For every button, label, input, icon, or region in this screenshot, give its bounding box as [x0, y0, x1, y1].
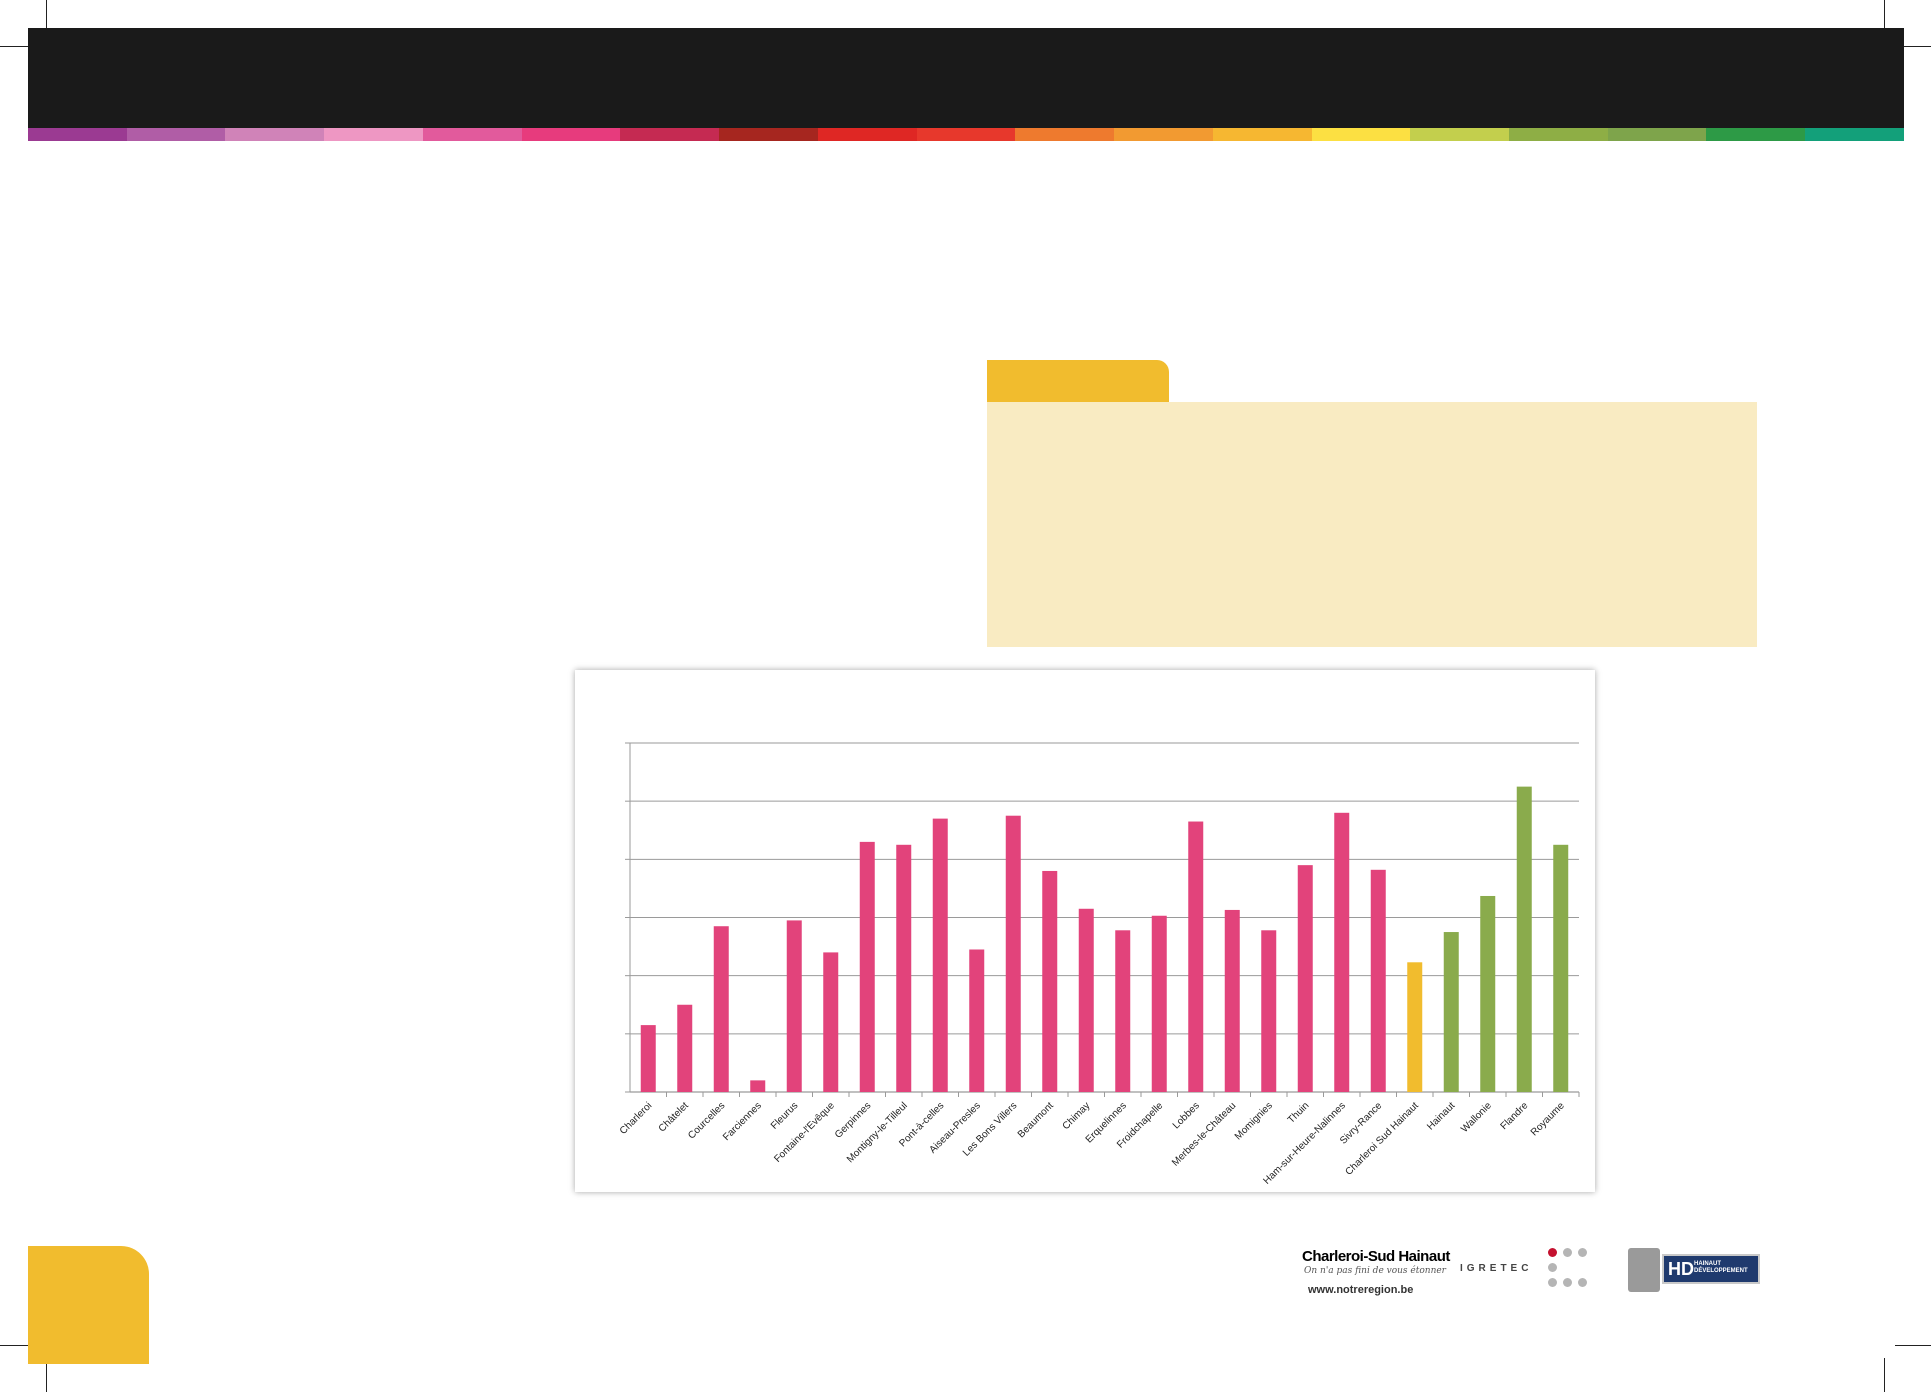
color-strip-segment: [225, 128, 325, 141]
dot: [1548, 1248, 1557, 1257]
bar: [1297, 865, 1313, 1092]
color-strip-segment: [324, 128, 423, 141]
crop-mark: [1895, 1345, 1931, 1346]
logo-tagline: On n'a pas fini de vous étonner: [1304, 1266, 1446, 1276]
color-strip-segment: [1015, 128, 1115, 141]
color-strip-segment: [126, 128, 226, 141]
x-tick-label: Farciennes: [721, 1100, 764, 1143]
x-tick-label: Châtelet: [657, 1100, 691, 1134]
dot: [1578, 1248, 1587, 1257]
color-strip-segment: [1114, 128, 1213, 141]
color-strip-segment: [1212, 128, 1312, 141]
x-tick-label: Thuin: [1286, 1100, 1311, 1125]
website-url: www.notreregion.be: [1308, 1284, 1414, 1296]
bar: [1443, 932, 1459, 1092]
x-tick-label: Fleurus: [769, 1100, 800, 1131]
bar: [1261, 930, 1277, 1092]
x-tick-label: Royaume: [1529, 1100, 1567, 1138]
color-strip-segment: [422, 128, 522, 141]
x-tick-label: Charleroi: [618, 1100, 654, 1136]
color-strip-segment: [916, 128, 1016, 141]
info-box: [987, 402, 1757, 647]
crop-mark: [1884, 1358, 1885, 1392]
bar: [896, 844, 912, 1092]
header-band: [28, 28, 1904, 128]
x-tick-label: Chimay: [1061, 1100, 1093, 1132]
dot: [1548, 1263, 1557, 1272]
bar: [1115, 930, 1131, 1092]
x-tick-label: Merbes-le-Château: [1170, 1100, 1238, 1168]
color-strip-segment: [521, 128, 621, 141]
bar: [1480, 895, 1496, 1092]
bar: [932, 818, 948, 1092]
color-strip-segment: [620, 128, 720, 141]
x-tick-label: Charleroi Sud Hainaut: [1344, 1100, 1422, 1178]
province-hainaut-icon: [1628, 1248, 1660, 1292]
dot: [1563, 1278, 1572, 1287]
color-strip-segment: [1607, 128, 1707, 141]
dot: [1563, 1248, 1572, 1257]
x-tick-label: Flandre: [1499, 1100, 1531, 1132]
bar: [1334, 812, 1350, 1092]
bar: [1078, 908, 1094, 1092]
color-strip-segment: [1509, 128, 1608, 141]
hd-line1: HAINAUT: [1694, 1261, 1721, 1267]
x-tick-label: Lobbes: [1171, 1100, 1202, 1131]
x-tick-label: Momignies: [1233, 1100, 1275, 1142]
bar: [750, 1080, 766, 1092]
bar: [1042, 870, 1058, 1092]
bar: [1151, 915, 1167, 1092]
color-strip-segment: [817, 128, 917, 141]
chart-card: Charleroi Châtelet Courcelles Farciennes Fle…: [575, 670, 1595, 1192]
bar: [1224, 909, 1240, 1092]
color-strip-segment: [1805, 128, 1904, 141]
bar: [1407, 962, 1423, 1092]
x-tick-label: Hainaut: [1425, 1100, 1457, 1132]
hainaut-developpement-logo: HD HAINAUT DÉVELOPPEMENT: [1662, 1254, 1760, 1284]
bar-chart: Charleroi ChâteletCourcellesFarciennes Fle…: [618, 742, 1580, 1187]
color-strip-segment: [1410, 128, 1510, 141]
bar: [1005, 815, 1021, 1092]
bar: [823, 952, 839, 1092]
dot: [1548, 1278, 1557, 1287]
hd-letters: HD: [1668, 1259, 1694, 1279]
color-strip-segment: [719, 128, 818, 141]
info-box-tab: [987, 360, 1169, 406]
bar: [640, 1025, 656, 1092]
charleroi-sud-hainaut-logo: Charleroi-Sud Hainaut: [1302, 1248, 1450, 1265]
bar: [859, 841, 875, 1092]
bar: [677, 1004, 693, 1092]
color-strip-segment: [28, 128, 127, 141]
partner-logos: Charleroi-Sud Hainaut On n'a pas fini de…: [1290, 1238, 1770, 1298]
x-tick-label: Beaumont: [1016, 1100, 1056, 1140]
color-strip-segment: [1311, 128, 1411, 141]
igretec-dots-icon: [1548, 1248, 1598, 1294]
bar: [1188, 821, 1204, 1092]
x-tick-label: Wallonie: [1459, 1100, 1494, 1135]
bar: [1370, 869, 1386, 1092]
bar: [1553, 844, 1569, 1092]
igretec-logo: IGRETEC: [1460, 1263, 1533, 1274]
color-strip: [28, 128, 1904, 141]
color-strip-segment: [1706, 128, 1806, 141]
page-corner-tab: [28, 1246, 149, 1364]
bar: [1516, 786, 1532, 1092]
bar: [969, 949, 985, 1092]
hd-text: HAINAUT DÉVELOPPEMENT: [1694, 1261, 1748, 1275]
hd-line2: DÉVELOPPEMENT: [1694, 1268, 1748, 1274]
bar: [786, 920, 802, 1092]
dot: [1578, 1278, 1587, 1287]
bar: [713, 926, 729, 1092]
